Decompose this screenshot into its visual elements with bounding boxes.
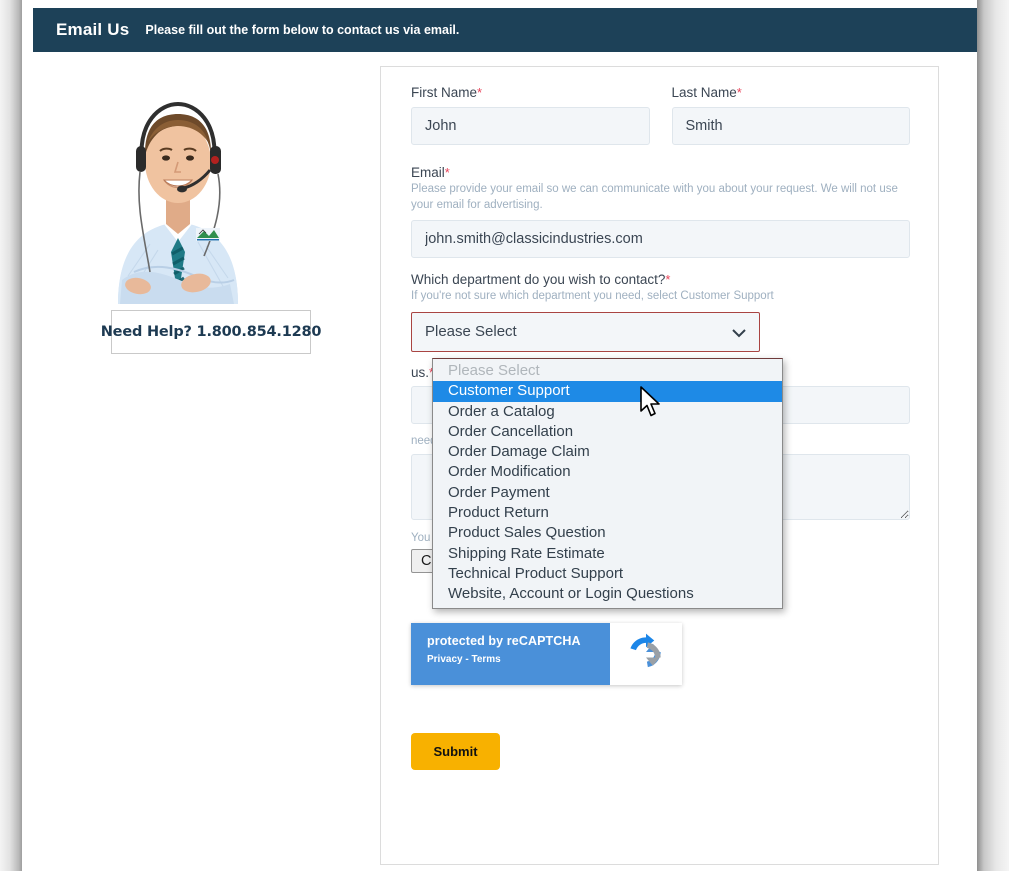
page-title: Email Us: [56, 20, 129, 40]
dropdown-option[interactable]: Please Select: [433, 361, 782, 381]
recaptcha-title: protected by reCAPTCHA: [427, 634, 610, 648]
dropdown-option[interactable]: Order a Catalog: [433, 402, 782, 422]
recaptcha-badge[interactable]: protected by reCAPTCHA Privacy - Terms: [411, 623, 682, 685]
last-name-label: Last Name*: [672, 85, 911, 100]
recaptcha-text-panel: protected by reCAPTCHA Privacy - Terms: [411, 623, 610, 685]
department-dropdown-list[interactable]: Please SelectCustomer SupportOrder a Cat…: [432, 358, 783, 609]
page-subtitle: Please fill out the form below to contac…: [145, 23, 459, 37]
first-name-field: First Name*: [411, 85, 650, 145]
first-name-label-text: First Name: [411, 85, 477, 100]
dropdown-option[interactable]: Website, Account or Login Questions: [433, 584, 782, 604]
department-field: Which department do you wish to contact?…: [411, 272, 910, 352]
email-label-text: Email: [411, 165, 445, 180]
department-hint: If you're not sure which department you …: [411, 289, 910, 305]
sidebar: Need Help? 1.800.854.1280: [62, 76, 352, 304]
dropdown-option[interactable]: Product Sales Question: [433, 523, 782, 543]
email-field: Email* Please provide your email so we c…: [411, 165, 910, 258]
first-name-input[interactable]: [411, 107, 650, 145]
dropdown-option[interactable]: Order Modification: [433, 462, 782, 482]
page-root: Email Us Please fill out the form below …: [0, 0, 1009, 871]
dropdown-option[interactable]: Order Damage Claim: [433, 442, 782, 462]
page-right-edge: [977, 0, 1009, 871]
department-select[interactable]: Please Select: [411, 312, 760, 352]
page-left-edge: [0, 0, 22, 871]
recaptcha-prefix: protected by: [427, 634, 507, 648]
dropdown-option[interactable]: Customer Support: [433, 381, 782, 401]
recaptcha-links[interactable]: Privacy - Terms: [427, 654, 610, 665]
need-help-box[interactable]: Need Help? 1.800.854.1280: [111, 310, 311, 354]
recaptcha-brand: reCAPTCHA: [507, 634, 581, 648]
required-asterisk: *: [477, 85, 482, 100]
recaptcha-logo-panel: [610, 623, 682, 685]
department-selected-value: Please Select: [425, 323, 517, 340]
customer-service-rep-photo: [78, 76, 278, 304]
dropdown-option[interactable]: Technical Product Support: [433, 564, 782, 584]
dropdown-option[interactable]: Order Payment: [433, 483, 782, 503]
submit-button[interactable]: Submit: [411, 733, 500, 770]
email-label: Email*: [411, 165, 910, 180]
last-name-field: Last Name*: [672, 85, 911, 145]
required-asterisk: *: [445, 165, 450, 180]
required-asterisk: *: [665, 272, 670, 287]
dropdown-option[interactable]: Order Cancellation: [433, 422, 782, 442]
subject-label-text: us.: [411, 365, 429, 380]
name-row: First Name* Last Name*: [411, 85, 910, 151]
last-name-input[interactable]: [672, 107, 911, 145]
email-hint: Please provide your email so we can comm…: [411, 182, 910, 213]
department-select-wrap: Please Select: [411, 312, 760, 352]
required-asterisk: *: [737, 85, 742, 100]
last-name-label-text: Last Name: [672, 85, 737, 100]
department-label: Which department do you wish to contact?…: [411, 272, 910, 287]
page-canvas: Email Us Please fill out the form below …: [22, 0, 977, 871]
dropdown-option[interactable]: Shipping Rate Estimate: [433, 544, 782, 564]
page-header-banner: Email Us Please fill out the form below …: [33, 8, 977, 52]
first-name-label: First Name*: [411, 85, 650, 100]
dropdown-option[interactable]: Product Return: [433, 503, 782, 523]
email-input[interactable]: [411, 220, 910, 258]
need-help-text: Need Help? 1.800.854.1280: [101, 324, 322, 340]
recaptcha-icon: [624, 630, 668, 679]
department-label-text: Which department do you wish to contact?: [411, 272, 665, 287]
